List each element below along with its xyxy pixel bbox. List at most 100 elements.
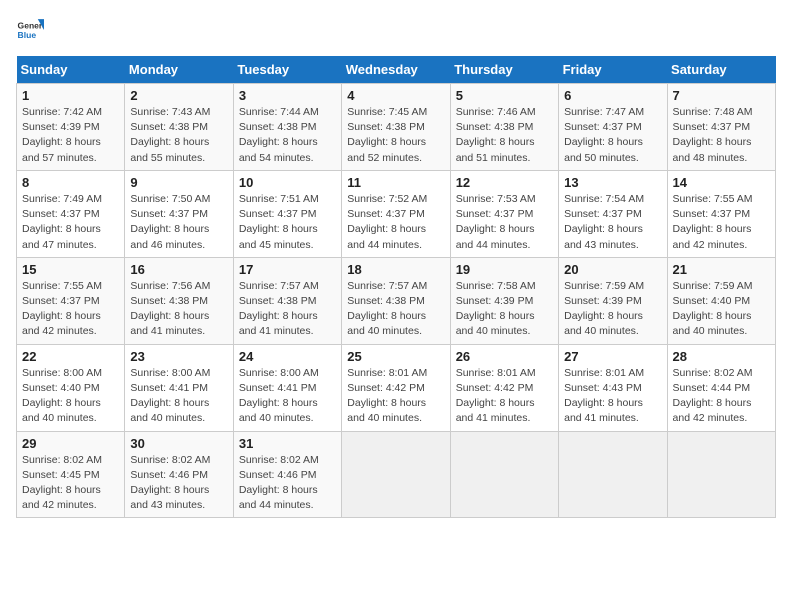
- calendar-cell: 27 Sunrise: 8:01 AM Sunset: 4:43 PM Dayl…: [559, 344, 667, 431]
- daylight-label: Daylight: 8 hours and 50 minutes.: [564, 136, 643, 163]
- day-info: Sunrise: 7:55 AM Sunset: 4:37 PM Dayligh…: [22, 279, 119, 340]
- sunrise-label: Sunrise: 8:00 AM: [130, 367, 210, 379]
- sunset-label: Sunset: 4:45 PM: [22, 469, 100, 481]
- sunset-label: Sunset: 4:43 PM: [564, 382, 642, 394]
- day-number: 16: [130, 262, 227, 277]
- daylight-label: Daylight: 8 hours and 45 minutes.: [239, 223, 318, 250]
- day-info: Sunrise: 7:53 AM Sunset: 4:37 PM Dayligh…: [456, 192, 553, 253]
- calendar-cell: 15 Sunrise: 7:55 AM Sunset: 4:37 PM Dayl…: [17, 257, 125, 344]
- day-info: Sunrise: 7:43 AM Sunset: 4:38 PM Dayligh…: [130, 105, 227, 166]
- weekday-header-sunday: Sunday: [17, 56, 125, 84]
- logo-icon: General Blue: [16, 16, 44, 44]
- day-number: 21: [673, 262, 770, 277]
- sunset-label: Sunset: 4:38 PM: [239, 295, 317, 307]
- sunrise-label: Sunrise: 8:01 AM: [347, 367, 427, 379]
- day-info: Sunrise: 7:55 AM Sunset: 4:37 PM Dayligh…: [673, 192, 770, 253]
- sunrise-label: Sunrise: 7:52 AM: [347, 193, 427, 205]
- day-number: 14: [673, 175, 770, 190]
- daylight-label: Daylight: 8 hours and 40 minutes.: [564, 310, 643, 337]
- day-info: Sunrise: 8:01 AM Sunset: 4:42 PM Dayligh…: [456, 366, 553, 427]
- day-info: Sunrise: 8:01 AM Sunset: 4:42 PM Dayligh…: [347, 366, 444, 427]
- sunrise-label: Sunrise: 7:59 AM: [564, 280, 644, 292]
- sunset-label: Sunset: 4:38 PM: [130, 295, 208, 307]
- calendar-cell: 25 Sunrise: 8:01 AM Sunset: 4:42 PM Dayl…: [342, 344, 450, 431]
- sunset-label: Sunset: 4:39 PM: [456, 295, 534, 307]
- sunrise-label: Sunrise: 7:43 AM: [130, 106, 210, 118]
- day-number: 12: [456, 175, 553, 190]
- weekday-header-saturday: Saturday: [667, 56, 775, 84]
- daylight-label: Daylight: 8 hours and 51 minutes.: [456, 136, 535, 163]
- day-info: Sunrise: 7:54 AM Sunset: 4:37 PM Dayligh…: [564, 192, 661, 253]
- day-number: 26: [456, 349, 553, 364]
- sunset-label: Sunset: 4:37 PM: [673, 208, 751, 220]
- day-number: 5: [456, 88, 553, 103]
- daylight-label: Daylight: 8 hours and 48 minutes.: [673, 136, 752, 163]
- calendar-cell: 9 Sunrise: 7:50 AM Sunset: 4:37 PM Dayli…: [125, 170, 233, 257]
- day-number: 1: [22, 88, 119, 103]
- daylight-label: Daylight: 8 hours and 40 minutes.: [239, 397, 318, 424]
- daylight-label: Daylight: 8 hours and 40 minutes.: [456, 310, 535, 337]
- daylight-label: Daylight: 8 hours and 42 minutes.: [22, 484, 101, 511]
- sunset-label: Sunset: 4:46 PM: [239, 469, 317, 481]
- sunrise-label: Sunrise: 7:51 AM: [239, 193, 319, 205]
- sunrise-label: Sunrise: 7:47 AM: [564, 106, 644, 118]
- sunrise-label: Sunrise: 8:02 AM: [130, 454, 210, 466]
- day-info: Sunrise: 7:59 AM Sunset: 4:40 PM Dayligh…: [673, 279, 770, 340]
- sunrise-label: Sunrise: 7:58 AM: [456, 280, 536, 292]
- weekday-header-thursday: Thursday: [450, 56, 558, 84]
- day-number: 2: [130, 88, 227, 103]
- calendar-cell: 24 Sunrise: 8:00 AM Sunset: 4:41 PM Dayl…: [233, 344, 341, 431]
- day-number: 9: [130, 175, 227, 190]
- day-info: Sunrise: 8:00 AM Sunset: 4:41 PM Dayligh…: [130, 366, 227, 427]
- day-info: Sunrise: 8:00 AM Sunset: 4:40 PM Dayligh…: [22, 366, 119, 427]
- day-info: Sunrise: 7:58 AM Sunset: 4:39 PM Dayligh…: [456, 279, 553, 340]
- calendar-cell: 2 Sunrise: 7:43 AM Sunset: 4:38 PM Dayli…: [125, 84, 233, 171]
- day-number: 15: [22, 262, 119, 277]
- calendar-cell: 28 Sunrise: 8:02 AM Sunset: 4:44 PM Dayl…: [667, 344, 775, 431]
- sunrise-label: Sunrise: 8:00 AM: [22, 367, 102, 379]
- calendar-week-row: 29 Sunrise: 8:02 AM Sunset: 4:45 PM Dayl…: [17, 431, 776, 518]
- day-info: Sunrise: 8:02 AM Sunset: 4:46 PM Dayligh…: [130, 453, 227, 514]
- day-number: 11: [347, 175, 444, 190]
- daylight-label: Daylight: 8 hours and 43 minutes.: [564, 223, 643, 250]
- calendar-cell: 8 Sunrise: 7:49 AM Sunset: 4:37 PM Dayli…: [17, 170, 125, 257]
- day-number: 27: [564, 349, 661, 364]
- logo: General Blue: [16, 16, 44, 44]
- weekday-header-wednesday: Wednesday: [342, 56, 450, 84]
- day-info: Sunrise: 8:02 AM Sunset: 4:44 PM Dayligh…: [673, 366, 770, 427]
- calendar-cell: 7 Sunrise: 7:48 AM Sunset: 4:37 PM Dayli…: [667, 84, 775, 171]
- day-number: 31: [239, 436, 336, 451]
- svg-text:Blue: Blue: [18, 30, 37, 40]
- calendar-cell: 26 Sunrise: 8:01 AM Sunset: 4:42 PM Dayl…: [450, 344, 558, 431]
- day-number: 23: [130, 349, 227, 364]
- weekday-header-friday: Friday: [559, 56, 667, 84]
- sunset-label: Sunset: 4:37 PM: [564, 208, 642, 220]
- day-number: 20: [564, 262, 661, 277]
- day-info: Sunrise: 8:02 AM Sunset: 4:45 PM Dayligh…: [22, 453, 119, 514]
- day-number: 10: [239, 175, 336, 190]
- calendar-cell: 5 Sunrise: 7:46 AM Sunset: 4:38 PM Dayli…: [450, 84, 558, 171]
- daylight-label: Daylight: 8 hours and 40 minutes.: [22, 397, 101, 424]
- sunrise-label: Sunrise: 8:00 AM: [239, 367, 319, 379]
- day-number: 28: [673, 349, 770, 364]
- day-number: 8: [22, 175, 119, 190]
- day-number: 22: [22, 349, 119, 364]
- calendar-cell: 31 Sunrise: 8:02 AM Sunset: 4:46 PM Dayl…: [233, 431, 341, 518]
- day-info: Sunrise: 7:57 AM Sunset: 4:38 PM Dayligh…: [347, 279, 444, 340]
- calendar-cell: 29 Sunrise: 8:02 AM Sunset: 4:45 PM Dayl…: [17, 431, 125, 518]
- day-info: Sunrise: 7:49 AM Sunset: 4:37 PM Dayligh…: [22, 192, 119, 253]
- daylight-label: Daylight: 8 hours and 54 minutes.: [239, 136, 318, 163]
- sunset-label: Sunset: 4:37 PM: [347, 208, 425, 220]
- calendar-cell: [450, 431, 558, 518]
- sunset-label: Sunset: 4:39 PM: [564, 295, 642, 307]
- sunrise-label: Sunrise: 7:45 AM: [347, 106, 427, 118]
- calendar-week-row: 22 Sunrise: 8:00 AM Sunset: 4:40 PM Dayl…: [17, 344, 776, 431]
- sunrise-label: Sunrise: 7:57 AM: [347, 280, 427, 292]
- calendar-cell: 18 Sunrise: 7:57 AM Sunset: 4:38 PM Dayl…: [342, 257, 450, 344]
- sunset-label: Sunset: 4:41 PM: [239, 382, 317, 394]
- weekday-header-row: SundayMondayTuesdayWednesdayThursdayFrid…: [17, 56, 776, 84]
- calendar-cell: 20 Sunrise: 7:59 AM Sunset: 4:39 PM Dayl…: [559, 257, 667, 344]
- day-number: 13: [564, 175, 661, 190]
- calendar-cell: 16 Sunrise: 7:56 AM Sunset: 4:38 PM Dayl…: [125, 257, 233, 344]
- day-number: 29: [22, 436, 119, 451]
